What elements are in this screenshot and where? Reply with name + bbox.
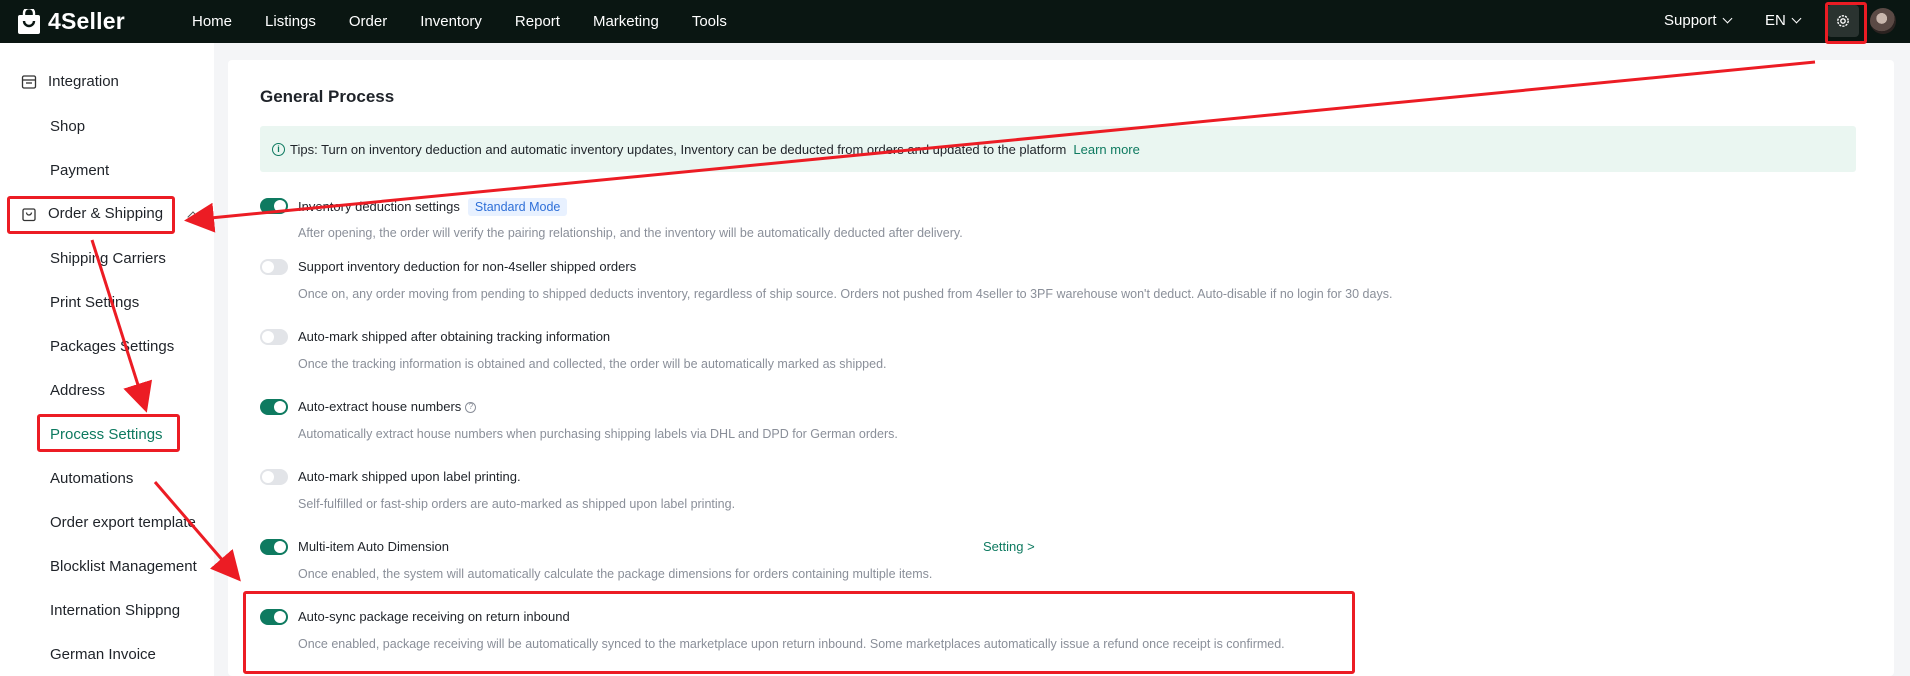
toggle-knob xyxy=(262,331,274,343)
multi-item-auto-dimension-toggle[interactable] xyxy=(260,539,288,555)
setting-label: Auto-extract house numbers ? xyxy=(298,399,477,415)
inventory-deduction-toggle[interactable] xyxy=(260,198,288,214)
nav-tools[interactable]: Tools xyxy=(692,13,727,30)
setting-label-text: Support inventory deduction for non-4sel… xyxy=(298,259,637,274)
brand-name: 4Seller xyxy=(48,8,125,34)
non-4seller-deduction-toggle[interactable] xyxy=(260,259,288,275)
setting-label: Multi-item Auto Dimension xyxy=(298,539,449,555)
auto-mark-shipped-tracking-toggle[interactable] xyxy=(260,329,288,345)
nav-report[interactable]: Report xyxy=(515,13,560,30)
sidebar-item-payment[interactable]: Payment xyxy=(50,162,109,179)
toggle-knob xyxy=(274,611,286,623)
sidebar-item-shipping-carriers[interactable]: Shipping Carriers xyxy=(50,250,166,267)
brand-logo[interactable]: 4Seller xyxy=(16,8,125,35)
nav-inventory[interactable]: Inventory xyxy=(420,13,482,30)
setting-label: Inventory deduction settings Standard Mo… xyxy=(298,198,568,216)
language-selector[interactable]: EN xyxy=(1765,12,1802,29)
sidebar-item-automations[interactable]: Automations xyxy=(50,470,133,487)
auto-sync-return-inbound-toggle[interactable] xyxy=(260,609,288,625)
toggle-knob xyxy=(274,541,286,553)
toggle-knob xyxy=(262,471,274,483)
general-process-panel: General Process i Tips: Turn on inventor… xyxy=(228,60,1894,676)
sidebar-group-label: Order & Shipping xyxy=(48,205,164,222)
settings-sidebar: Integration Shop Payment Order & Shippin… xyxy=(0,43,214,676)
chevron-down-icon xyxy=(1791,13,1802,24)
setting-label-text: Auto-sync package receiving on return in… xyxy=(298,609,570,624)
help-icon[interactable]: ? xyxy=(465,401,477,413)
settings-button[interactable] xyxy=(1827,5,1859,37)
setting-label: Auto-mark shipped after obtaining tracki… xyxy=(298,329,610,345)
nav-marketing[interactable]: Marketing xyxy=(593,13,659,30)
setting-description: Automatically extract house numbers when… xyxy=(298,427,898,441)
learn-more-link[interactable]: Learn more xyxy=(1073,142,1139,157)
gear-icon xyxy=(1837,15,1849,27)
nav-home[interactable]: Home xyxy=(192,13,232,30)
support-menu[interactable]: Support xyxy=(1664,12,1732,29)
sidebar-item-print-settings[interactable]: Print Settings xyxy=(50,294,139,311)
sidebar-group-label: Integration xyxy=(48,73,119,90)
tips-banner: i Tips: Turn on inventory deduction and … xyxy=(260,126,1856,172)
sidebar-item-order-export-template[interactable]: Order export template xyxy=(50,514,196,531)
toggle-knob xyxy=(262,261,274,273)
sidebar-item-address[interactable]: Address xyxy=(50,382,105,399)
chevron-up-icon[interactable] xyxy=(187,211,199,223)
shopping-bag-logo-icon xyxy=(18,8,40,34)
sidebar-item-process-settings[interactable]: Process Settings xyxy=(50,426,163,443)
setting-label-text: Inventory deduction settings xyxy=(298,199,460,214)
chevron-down-icon xyxy=(1722,13,1732,24)
tips-text: Tips: Turn on inventory deduction and au… xyxy=(290,141,1067,157)
language-label: EN xyxy=(1765,12,1786,29)
toggle-knob xyxy=(274,200,286,212)
setting-description: Once on, any order moving from pending t… xyxy=(298,287,1393,301)
integration-icon xyxy=(21,74,37,89)
mode-badge[interactable]: Standard Mode xyxy=(467,198,568,216)
auto-mark-shipped-printing-toggle[interactable] xyxy=(260,469,288,485)
setting-label-text: Auto-mark shipped after obtaining tracki… xyxy=(298,329,611,344)
setting-description: Self-fulfilled or fast-ship orders are a… xyxy=(298,497,736,511)
dimension-setting-link[interactable]: Setting > xyxy=(983,539,1035,555)
setting-label: Auto-sync package receiving on return in… xyxy=(298,609,570,625)
page-title: General Process xyxy=(260,87,395,106)
setting-label-text: Auto-extract house numbers xyxy=(298,399,462,414)
setting-description: Once enabled, the system will automatica… xyxy=(298,567,933,581)
sidebar-group-order-shipping[interactable]: Order & Shipping xyxy=(21,205,163,222)
sidebar-item-blocklist-management[interactable]: Blocklist Management xyxy=(50,558,197,575)
setting-description: After opening, the order will verify the… xyxy=(298,226,963,240)
sidebar-group-integration[interactable]: Integration xyxy=(21,73,119,90)
auto-extract-house-numbers-toggle[interactable] xyxy=(260,399,288,415)
toggle-knob xyxy=(274,401,286,413)
setting-label: Auto-mark shipped upon label printing. xyxy=(298,469,521,485)
info-icon: i xyxy=(272,142,285,156)
main-nav: Home Listings Order Inventory Report Mar… xyxy=(192,0,760,43)
setting-label-text: Multi-item Auto Dimension xyxy=(298,539,449,554)
nav-order[interactable]: Order xyxy=(349,13,387,30)
sidebar-item-german-invoice[interactable]: German Invoice xyxy=(50,646,156,663)
setting-description: Once enabled, package receiving will be … xyxy=(298,637,1285,651)
nav-listings[interactable]: Listings xyxy=(265,13,316,30)
sidebar-item-shop[interactable]: Shop xyxy=(50,118,85,135)
sidebar-item-internation-shipping[interactable]: Internation Shippng xyxy=(50,602,180,619)
support-label: Support xyxy=(1664,12,1717,29)
setting-description: Once the tracking information is obtaine… xyxy=(298,357,887,371)
setting-label-text: Auto-mark shipped upon label printing. xyxy=(298,469,521,484)
order-bag-icon xyxy=(22,207,36,221)
sidebar-item-packages-settings[interactable]: Packages Settings xyxy=(50,338,174,355)
setting-label: Support inventory deduction for non-4sel… xyxy=(298,259,636,275)
top-navigation-bar: 4Seller Home Listings Order Inventory Re… xyxy=(0,0,1910,43)
user-avatar[interactable] xyxy=(1870,8,1896,34)
